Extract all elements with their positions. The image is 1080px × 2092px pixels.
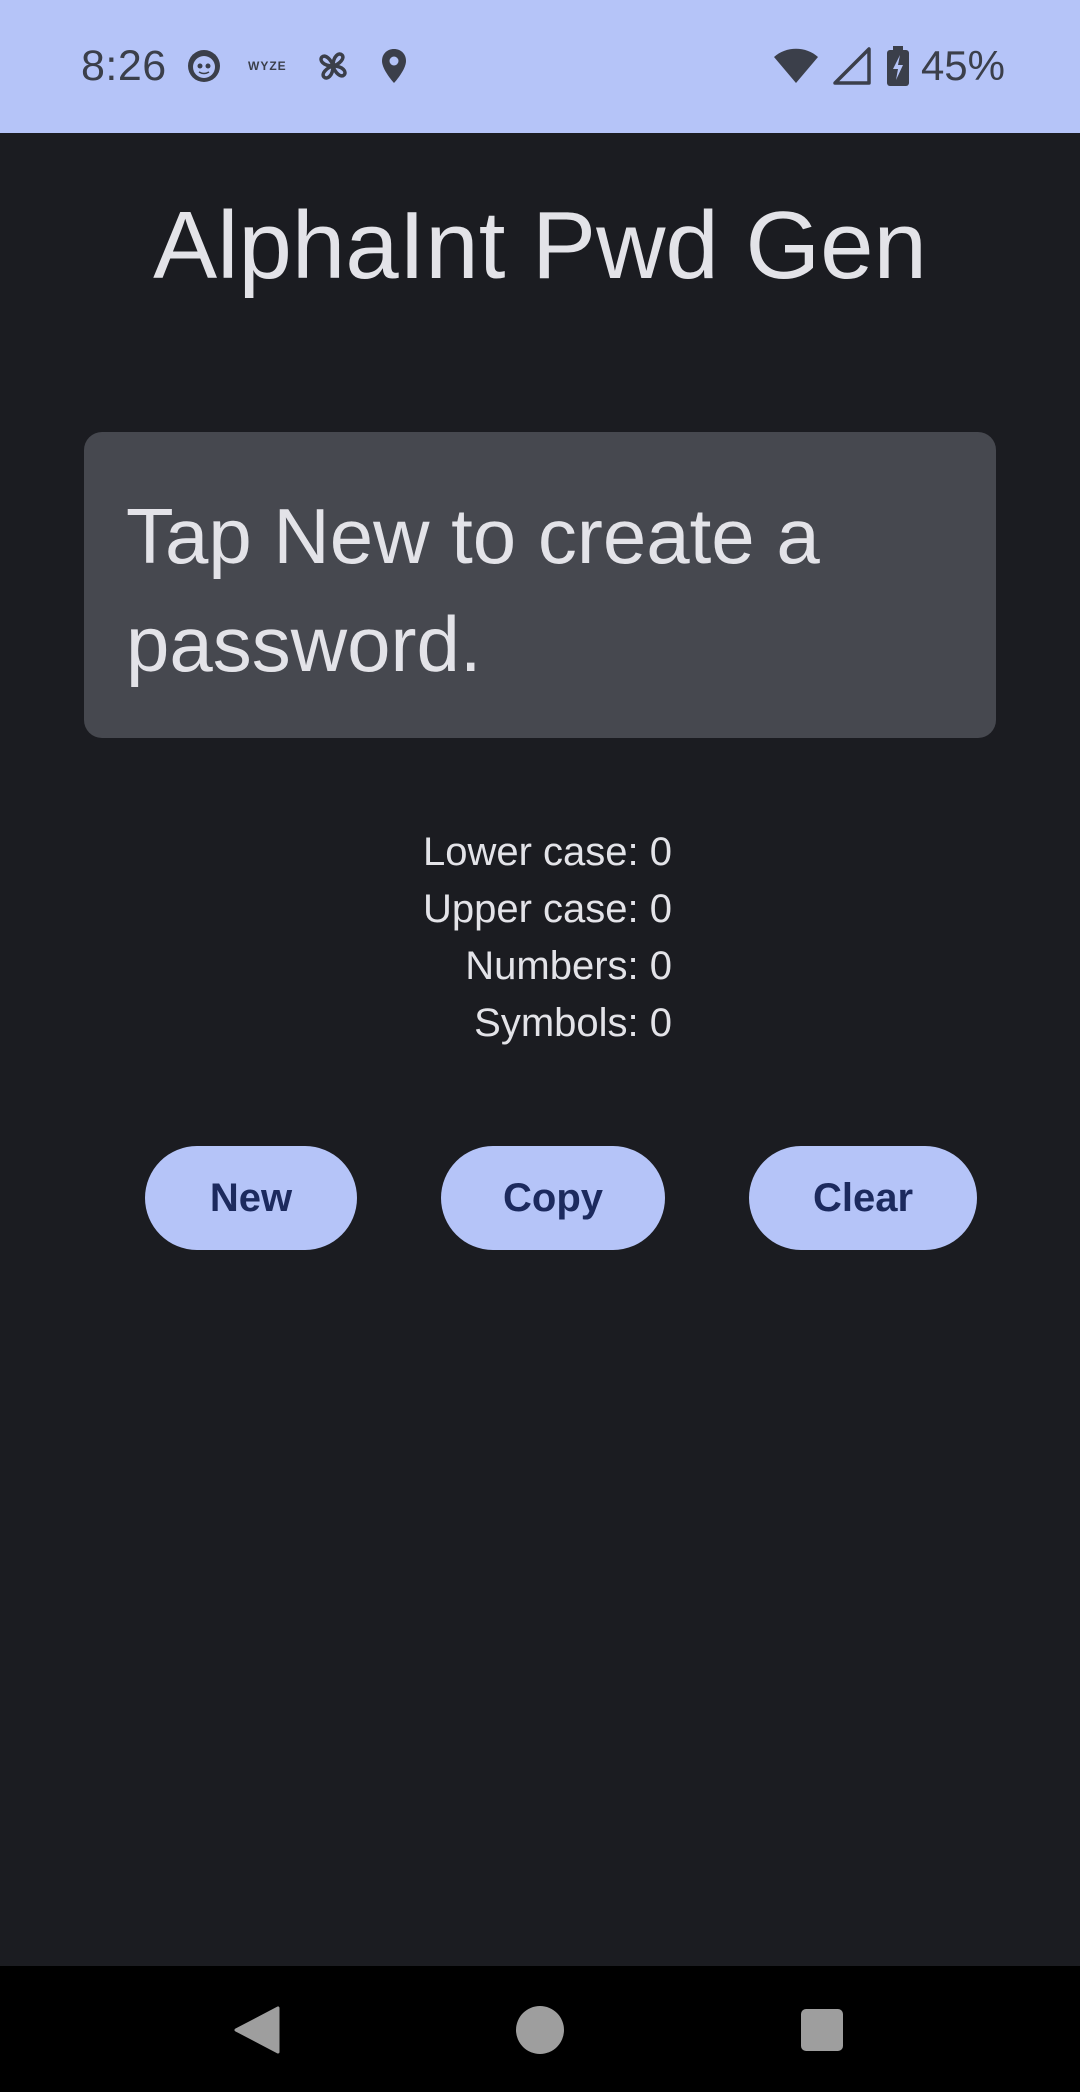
clear-button[interactable]: Clear (749, 1146, 977, 1250)
copy-button[interactable]: Copy (441, 1146, 665, 1250)
symbols-count: Symbols: 0 (474, 1001, 672, 1045)
numbers-count: Numbers: 0 (465, 944, 672, 988)
home-icon[interactable] (516, 2006, 564, 2054)
new-button[interactable]: New (145, 1146, 357, 1250)
password-display: Tap New to create a password. (84, 432, 996, 738)
location-icon (379, 47, 409, 85)
password-text: Tap New to create a password. (126, 492, 820, 688)
battery-percent: 45% (920, 42, 1005, 89)
recents-icon[interactable] (801, 2009, 843, 2051)
fan-icon (313, 46, 353, 86)
app-title: AlphaInt Pwd Gen (153, 192, 927, 299)
back-icon[interactable] (234, 2006, 280, 2054)
navigation-bar (0, 1966, 1080, 2092)
cell-signal-icon (833, 47, 871, 85)
status-bar: 8:26 WYZE 45% (0, 0, 1080, 133)
lower-case-count: Lower case: 0 (422, 830, 672, 874)
upper-case-count: Upper case: 0 (422, 887, 672, 931)
system-icons: 45% (759, 40, 1005, 92)
status-time: 8:26 (81, 42, 167, 90)
wifi-icon (773, 47, 819, 85)
notification-icons: WYZE (186, 44, 435, 88)
wyze-icon: WYZE (248, 59, 287, 73)
character-stats: Lower case: 0 Upper case: 0 Numbers: 0 S… (0, 824, 672, 1052)
face-icon (186, 48, 222, 84)
battery-charging-icon (885, 45, 911, 87)
